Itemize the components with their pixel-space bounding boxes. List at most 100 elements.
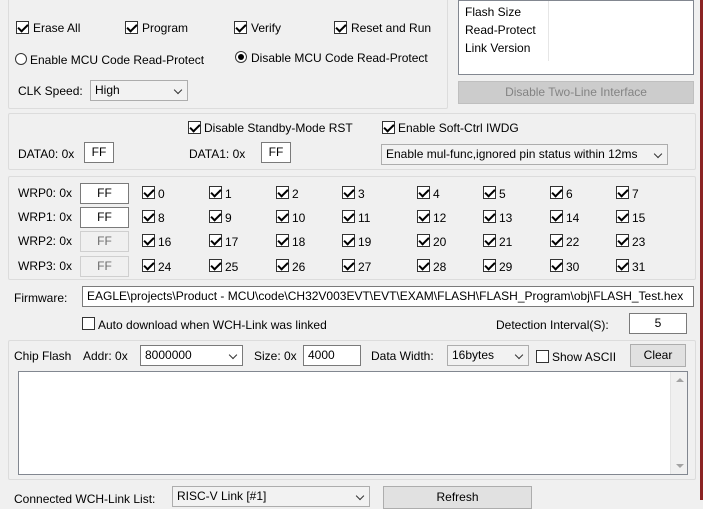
wrp-bit-checkbox[interactable] bbox=[616, 259, 629, 272]
addr-select[interactable]: 8000000 bbox=[140, 345, 243, 366]
wrp-bit-label: 22 bbox=[566, 235, 580, 249]
data-width-select[interactable]: 16bytes bbox=[447, 345, 529, 366]
disable-standby-rst-checkbox[interactable] bbox=[188, 121, 201, 134]
clk-speed-select[interactable]: High bbox=[90, 80, 188, 101]
wrp-bit-checkbox[interactable] bbox=[483, 186, 496, 199]
wrp-bit-checkbox[interactable] bbox=[550, 234, 563, 247]
wrp-label: WRP1: 0x bbox=[18, 210, 73, 224]
info-row-label: Flash Size bbox=[465, 5, 522, 19]
wrp-bit-checkbox[interactable] bbox=[417, 210, 430, 223]
wrp-bit-checkbox[interactable] bbox=[209, 210, 222, 223]
chevron-down-icon bbox=[514, 350, 524, 360]
disable-two-line-button[interactable]: Disable Two-Line Interface bbox=[458, 81, 694, 104]
wrp-bit-checkbox[interactable] bbox=[342, 234, 355, 247]
wrp-input[interactable]: FF bbox=[80, 231, 129, 252]
pin-mode-select[interactable]: Enable mul-func,ignored pin status withi… bbox=[381, 144, 668, 165]
chip-info-table: Flash Size Read-Protect Link Version bbox=[458, 0, 694, 75]
enable-read-protect-radio[interactable] bbox=[15, 53, 27, 65]
wrp-bit-checkbox[interactable] bbox=[142, 234, 155, 247]
wrp-bit-checkbox[interactable] bbox=[342, 210, 355, 223]
erase-all-checkbox[interactable] bbox=[16, 21, 29, 34]
chevron-down-icon bbox=[173, 85, 183, 95]
info-row: Read-Protect bbox=[459, 21, 693, 39]
wrp-bit-checkbox[interactable] bbox=[342, 186, 355, 199]
wrp-bit-label: 2 bbox=[292, 187, 299, 201]
wrp-bit-checkbox[interactable] bbox=[616, 210, 629, 223]
chevron-down-icon bbox=[653, 149, 663, 159]
size-input[interactable]: 4000 bbox=[303, 345, 361, 366]
wrp-bit-label: 9 bbox=[225, 211, 232, 225]
chevron-down-icon bbox=[228, 350, 238, 360]
enable-soft-iwdg-label: Enable Soft-Ctrl IWDG bbox=[398, 121, 519, 135]
wrp-bit-checkbox[interactable] bbox=[142, 210, 155, 223]
disable-standby-rst-label: Disable Standby-Mode RST bbox=[204, 121, 353, 135]
wrp-bit-label: 10 bbox=[292, 211, 306, 225]
wrp-bit-checkbox[interactable] bbox=[142, 186, 155, 199]
enable-soft-iwdg-checkbox[interactable] bbox=[382, 121, 395, 134]
wrp-bit-checkbox[interactable] bbox=[417, 186, 430, 199]
wrp-bit-checkbox[interactable] bbox=[417, 259, 430, 272]
detection-interval-label: Detection Interval(S): bbox=[496, 318, 609, 332]
flash-content-textarea[interactable] bbox=[18, 371, 688, 475]
wrp-bit-checkbox[interactable] bbox=[342, 259, 355, 272]
wrp-bit-label: 8 bbox=[158, 211, 165, 225]
addr-value: 8000000 bbox=[145, 348, 192, 362]
link-list-label: Connected WCH-Link List: bbox=[14, 492, 156, 506]
wrp-bit-label: 24 bbox=[158, 260, 172, 274]
wrp-input[interactable]: FF bbox=[80, 256, 129, 277]
wrp-bit-label: 20 bbox=[433, 235, 447, 249]
wrp-bit-checkbox[interactable] bbox=[550, 210, 563, 223]
wrp-bit-checkbox[interactable] bbox=[483, 210, 496, 223]
detection-interval-input[interactable]: 5 bbox=[629, 313, 687, 334]
scroll-down-icon[interactable] bbox=[676, 464, 684, 468]
wrp-bit-checkbox[interactable] bbox=[276, 259, 289, 272]
wrp-bit-checkbox[interactable] bbox=[483, 234, 496, 247]
wrp-bit-checkbox[interactable] bbox=[276, 210, 289, 223]
wrp-bit-label: 19 bbox=[358, 235, 372, 249]
wrp-input[interactable]: FF bbox=[80, 183, 129, 204]
auto-download-checkbox[interactable] bbox=[82, 317, 95, 330]
wrp-bit-checkbox[interactable] bbox=[276, 186, 289, 199]
wrp-bit-label: 31 bbox=[632, 260, 646, 274]
scroll-up-icon[interactable] bbox=[676, 378, 684, 382]
wrp-bit-checkbox[interactable] bbox=[483, 259, 496, 272]
verify-checkbox[interactable] bbox=[234, 21, 247, 34]
wrp-bit-checkbox[interactable] bbox=[616, 234, 629, 247]
info-row: Flash Size bbox=[459, 3, 693, 21]
wrp-bit-checkbox[interactable] bbox=[616, 186, 629, 199]
wrp-bit-label: 5 bbox=[499, 187, 506, 201]
wrp-bit-label: 25 bbox=[225, 260, 239, 274]
wrp-bit-checkbox[interactable] bbox=[209, 259, 222, 272]
refresh-button[interactable]: Refresh bbox=[383, 486, 532, 509]
wrp-bit-checkbox[interactable] bbox=[209, 234, 222, 247]
wrp-input[interactable]: FF bbox=[80, 207, 129, 228]
wrp-bit-checkbox[interactable] bbox=[550, 259, 563, 272]
wrp-bit-label: 17 bbox=[225, 235, 239, 249]
link-list-select[interactable]: RISC-V Link [#1] bbox=[172, 486, 370, 507]
show-ascii-checkbox[interactable] bbox=[536, 350, 549, 363]
disable-read-protect-radio[interactable] bbox=[235, 51, 247, 63]
reset-and-run-checkbox[interactable] bbox=[334, 21, 347, 34]
wrp-bit-label: 11 bbox=[358, 211, 371, 225]
data0-input[interactable]: FF bbox=[84, 142, 114, 163]
wrp-label: WRP0: 0x bbox=[18, 186, 73, 200]
wrp-bit-checkbox[interactable] bbox=[209, 186, 222, 199]
wrp-bit-label: 18 bbox=[292, 235, 306, 249]
data-width-value: 16bytes bbox=[452, 348, 495, 362]
addr-label: Addr: 0x bbox=[83, 349, 128, 363]
wrp-bit-checkbox[interactable] bbox=[142, 259, 155, 272]
clear-button[interactable]: Clear bbox=[630, 344, 686, 367]
wrp-bit-label: 1 bbox=[225, 187, 232, 201]
firmware-label: Firmware: bbox=[14, 291, 68, 305]
data0-label: DATA0: 0x bbox=[18, 147, 75, 161]
wrp-bit-checkbox[interactable] bbox=[276, 234, 289, 247]
firmware-path-input[interactable]: EAGLE\projects\Product - MCU\code\CH32V0… bbox=[82, 286, 694, 307]
data1-input[interactable]: FF bbox=[261, 142, 291, 163]
wrp-bit-checkbox[interactable] bbox=[417, 234, 430, 247]
wrp-bit-label: 15 bbox=[632, 211, 646, 225]
program-checkbox[interactable] bbox=[125, 21, 138, 34]
info-row: Link Version bbox=[459, 39, 693, 57]
vertical-scrollbar[interactable] bbox=[670, 372, 687, 474]
wrp-bit-checkbox[interactable] bbox=[550, 186, 563, 199]
wrp-bit-label: 14 bbox=[566, 211, 580, 225]
